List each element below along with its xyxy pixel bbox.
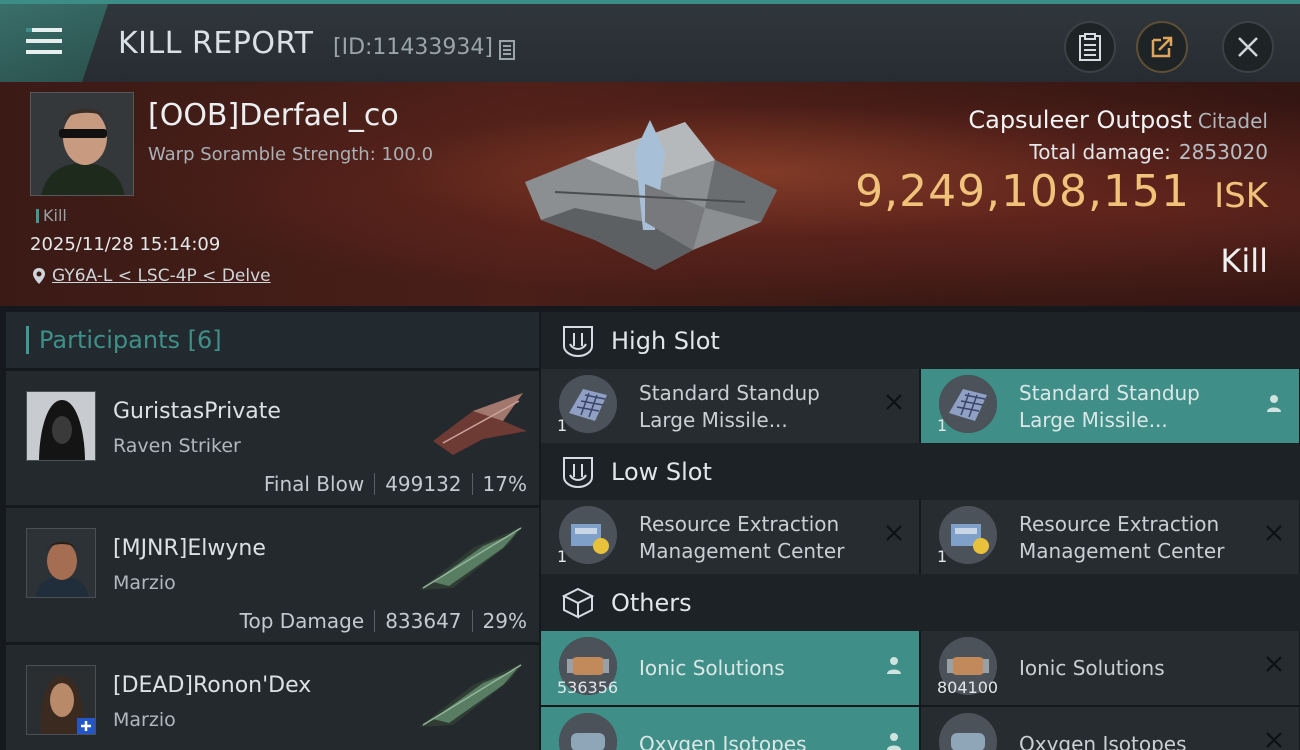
copy-icon[interactable] — [499, 40, 515, 60]
victim-portrait[interactable] — [30, 92, 134, 196]
close-button[interactable] — [1222, 21, 1274, 73]
isk-unit: ISK — [1214, 176, 1268, 216]
location-pin-icon — [33, 268, 45, 284]
missile-launcher-icon — [559, 375, 617, 433]
high-slot-icon — [563, 325, 593, 357]
extraction-center-icon — [559, 506, 617, 564]
cargo-item[interactable]: 536356 Ionic Solutions — [541, 631, 919, 705]
kill-header: [OOB]Derfael_co Warp Soramble Strength: … — [0, 82, 1300, 306]
cargo-cube-icon — [561, 587, 595, 619]
cargo-item[interactable]: Oxygen Isotopes — [541, 707, 919, 750]
participants-header: Participants [6] — [6, 312, 539, 368]
canister-icon — [939, 713, 997, 750]
high-slot-header: High Slot — [541, 312, 1300, 369]
module-item[interactable]: 1 Standard Standup Large Missile... — [921, 369, 1299, 443]
top-bar: KILL REPORT [ID:11433934] — [0, 0, 1300, 82]
destroyed-icon — [1266, 525, 1282, 541]
avatar — [26, 528, 96, 598]
close-icon — [1238, 37, 1258, 57]
destroyed-icon — [1266, 656, 1282, 672]
pilot-portrait-image — [31, 93, 133, 195]
cargo-item[interactable]: Oxygen Isotopes — [921, 707, 1299, 750]
avatar — [26, 665, 96, 735]
menu-button[interactable] — [0, 4, 108, 82]
victim-pilot-name[interactable]: [OOB]Derfael_co — [148, 98, 399, 133]
dropped-person-icon — [887, 657, 901, 674]
low-slot-header: Low Slot — [541, 443, 1300, 500]
result-label: Kill — [1220, 242, 1268, 280]
participant-row[interactable]: [MJNR]Elwyne Marzio Top Damage 833647 29… — [6, 508, 539, 642]
participant-row[interactable]: GuristasPrivate Raven Striker Final Blow… — [6, 371, 539, 505]
ship-icon — [419, 526, 523, 590]
destroyed-icon — [1266, 732, 1282, 748]
kill-tag: Kill — [36, 206, 67, 225]
others-header: Others — [541, 574, 1300, 631]
participant-row[interactable]: [DEAD]Ronon'Dex Marzio — [6, 645, 539, 750]
clipboard-icon — [1079, 33, 1101, 61]
target-structure: Capsuleer Outpost Citadel — [968, 106, 1268, 134]
participant-name: GuristasPrivate — [113, 399, 281, 424]
participant-ship: Marzio — [113, 572, 176, 594]
module-item[interactable]: 1 Resource Extraction Management Center — [541, 500, 919, 574]
dropped-person-icon — [1267, 395, 1281, 412]
participant-name: [DEAD]Ronon'Dex — [113, 673, 312, 698]
share-icon — [1151, 36, 1173, 58]
destroyed-icon — [886, 525, 902, 541]
participant-stats: Final Blow 499132 17% — [263, 472, 527, 496]
cargo-item[interactable]: 804100 Ionic Solutions — [921, 631, 1299, 705]
page-title: KILL REPORT — [118, 26, 314, 61]
warp-scramble-strength: Warp Soramble Strength: 100.0 — [148, 144, 434, 165]
destroyed-icon — [886, 394, 902, 410]
share-button[interactable] — [1136, 21, 1188, 73]
participants-panel: Participants [6] GuristasPrivate Raven S… — [6, 312, 539, 750]
ship-icon — [419, 663, 523, 727]
report-id: [ID:11433934] — [333, 35, 493, 60]
isk-value: 9,249,108,151 — [855, 166, 1190, 217]
extraction-center-icon — [939, 506, 997, 564]
structure-render — [525, 120, 777, 270]
clipboard-button[interactable] — [1064, 21, 1116, 73]
participant-stats: Top Damage 833647 29% — [239, 609, 527, 633]
missile-launcher-icon — [939, 375, 997, 433]
ship-icon — [433, 393, 527, 455]
fitting-panel: High Slot 1 Standard Standup Large Missil… — [541, 312, 1300, 750]
module-item[interactable]: 1 Standard Standup Large Missile... — [541, 369, 919, 443]
kill-location[interactable]: GY6A-L < LSC-4P < Delve — [32, 266, 271, 286]
module-item[interactable]: 1 Resource Extraction Management Center — [921, 500, 1299, 574]
participant-name: [MJNR]Elwyne — [113, 536, 266, 561]
canister-icon — [559, 713, 617, 750]
hamburger-icon — [26, 28, 62, 54]
low-slot-icon — [563, 456, 593, 488]
dropped-person-icon — [887, 733, 901, 750]
total-damage: Total damage: 2853020 — [1029, 140, 1268, 164]
kill-datetime: 2025/11/28 15:14:09 — [30, 234, 221, 255]
participant-ship: Raven Striker — [113, 435, 241, 457]
participant-ship: Marzio — [113, 709, 176, 731]
avatar — [26, 391, 96, 461]
